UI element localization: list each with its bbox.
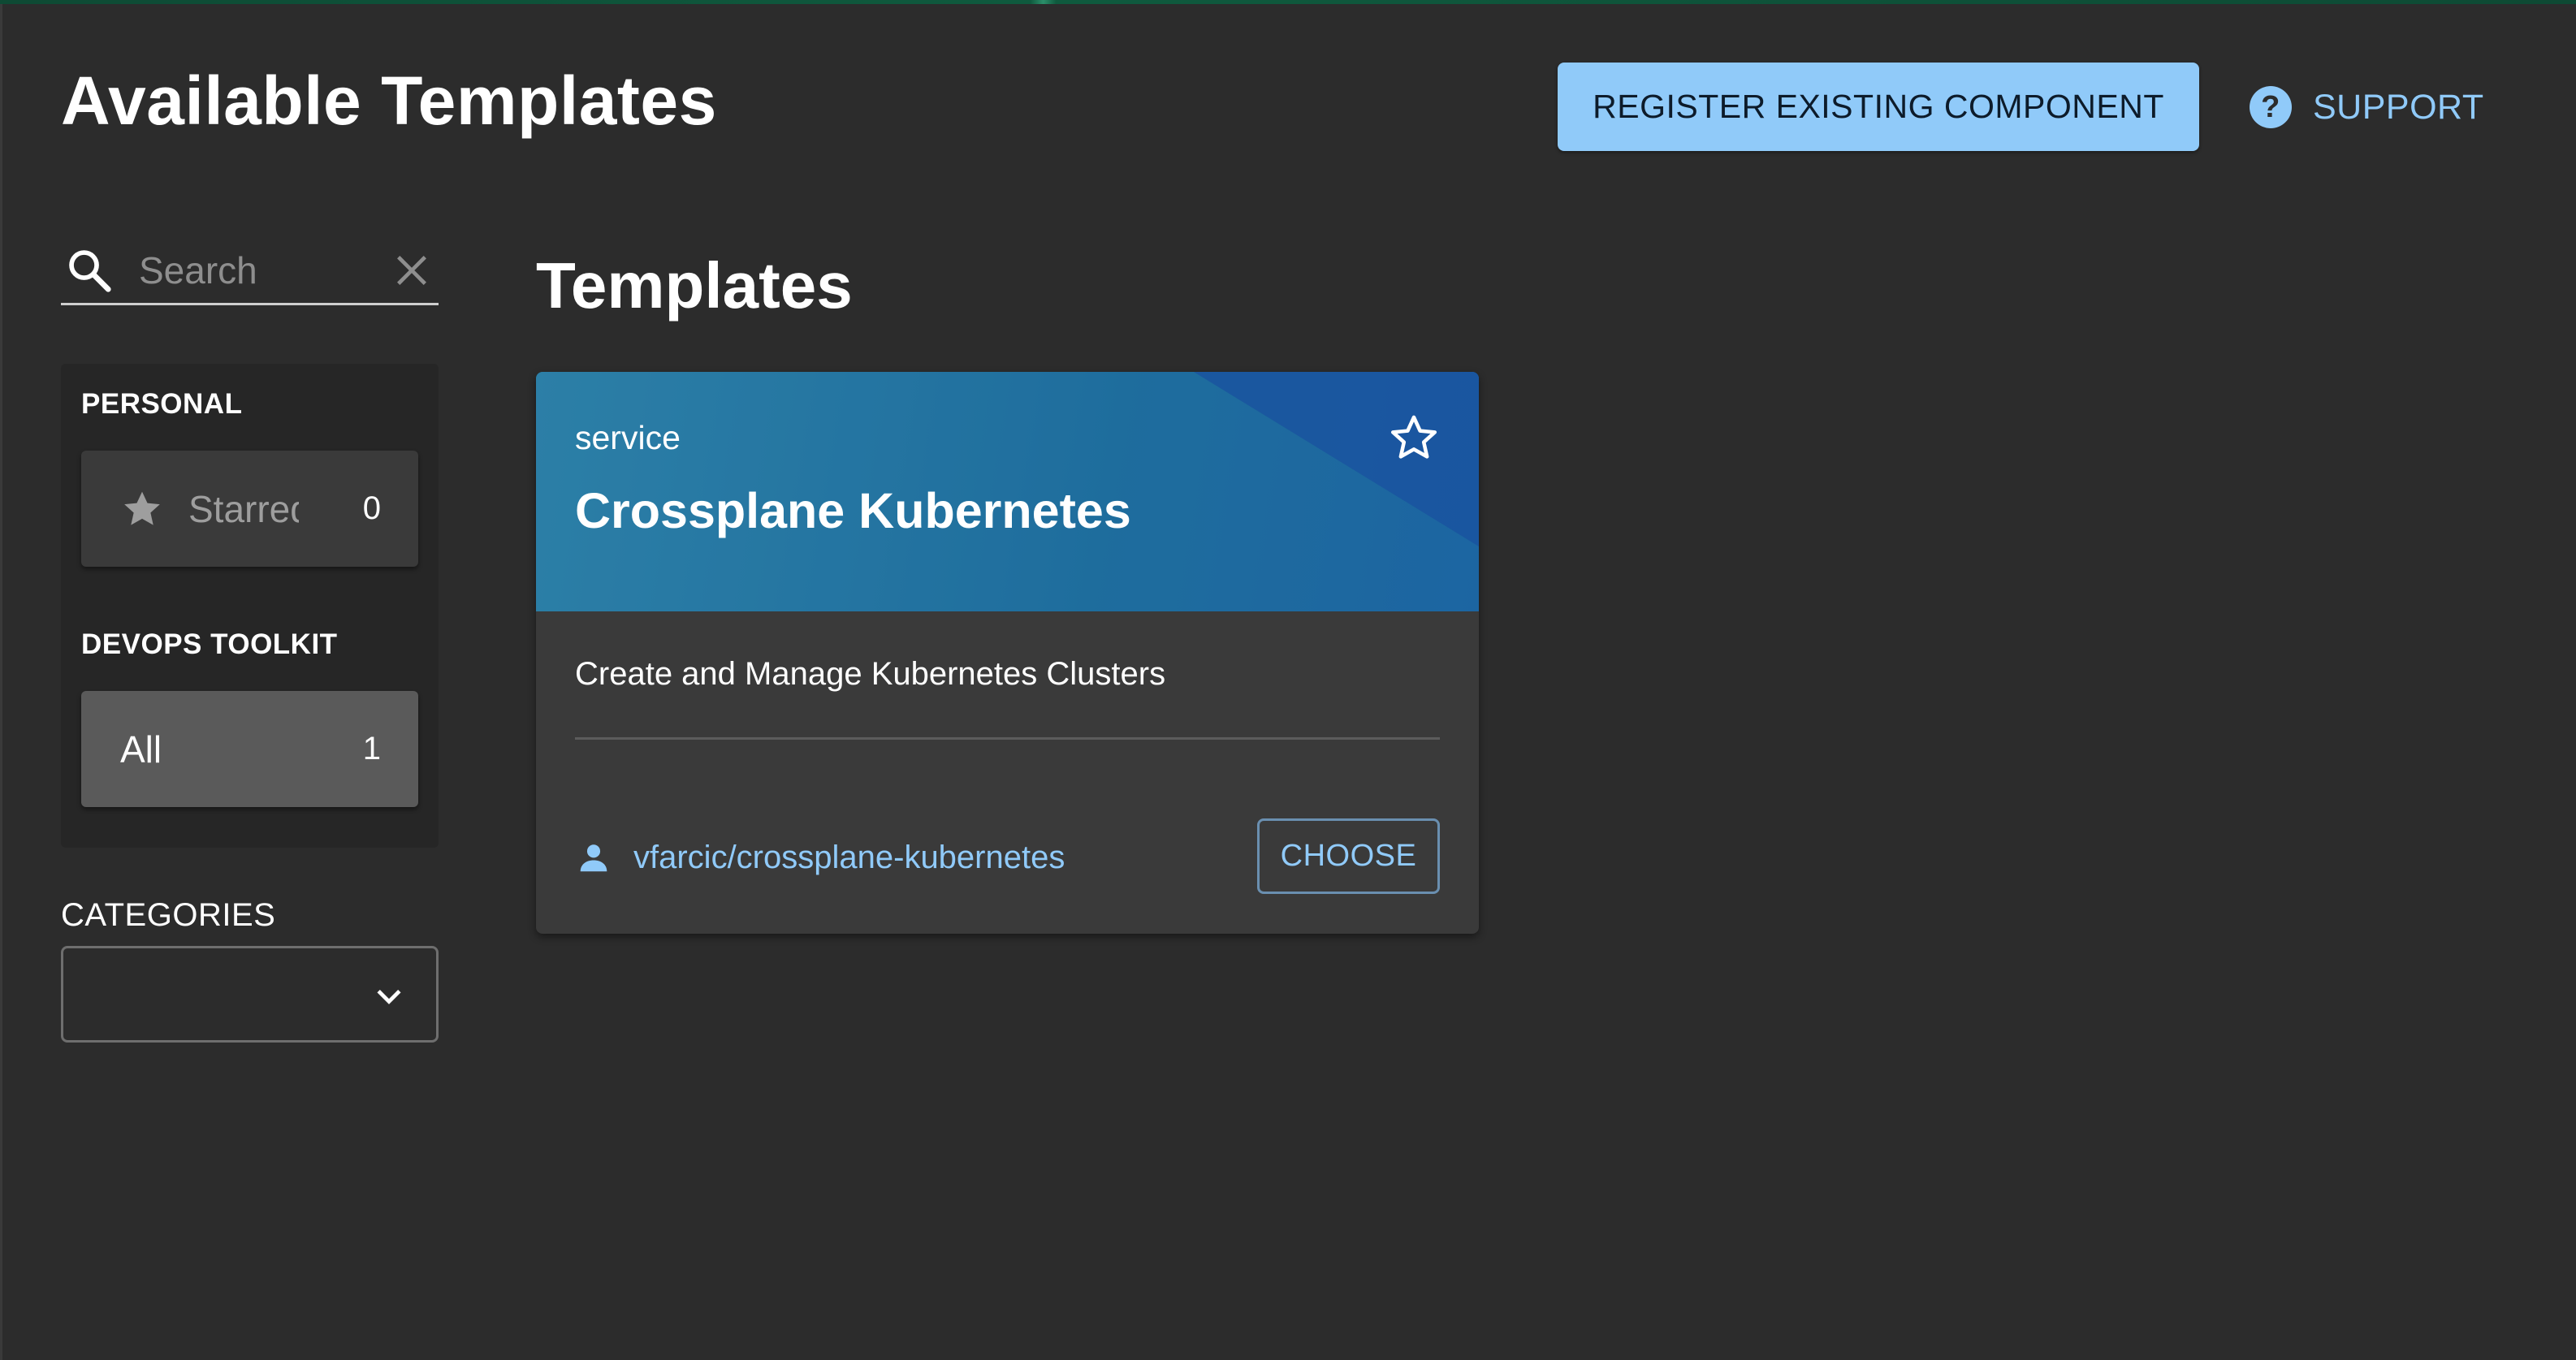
owner-link[interactable]: vfarcic/crossplane-kubernetes bbox=[575, 833, 1065, 882]
filter-item-count: 1 bbox=[362, 731, 381, 766]
categories-select[interactable] bbox=[61, 946, 439, 1043]
group-title-devops-toolkit: DEVOPS TOOLKIT bbox=[81, 628, 338, 660]
filter-item-label: All bbox=[120, 727, 162, 771]
filter-item-starred[interactable]: Starred 0 bbox=[81, 451, 418, 567]
template-card: service Crossplane Kubernetes Create and… bbox=[536, 372, 1479, 934]
register-existing-component-button[interactable]: REGISTER EXISTING COMPONENT bbox=[1558, 63, 2199, 151]
card-description: Create and Manage Kubernetes Clusters bbox=[575, 656, 1166, 692]
user-icon bbox=[580, 844, 607, 872]
card-title: Crossplane Kubernetes bbox=[575, 483, 1131, 538]
card-type: service bbox=[575, 419, 681, 456]
filter-panel: PERSONAL Starred 0 DEVOPS TOOLKIT All 1 bbox=[61, 364, 439, 848]
chevron-down-icon bbox=[377, 989, 401, 1004]
group-title-personal: PERSONAL bbox=[81, 388, 243, 420]
support-button[interactable]: ? SUPPORT bbox=[2250, 81, 2484, 133]
left-border bbox=[0, 4, 2, 1360]
clear-search-icon[interactable] bbox=[389, 248, 434, 293]
card-header: service Crossplane Kubernetes bbox=[536, 372, 1479, 611]
star-outline-icon[interactable] bbox=[1386, 411, 1441, 466]
owner-label: vfarcic/crossplane-kubernetes bbox=[633, 839, 1065, 875]
section-title: Templates bbox=[536, 249, 853, 322]
choose-button[interactable]: CHOOSE bbox=[1257, 818, 1440, 894]
search-bar bbox=[61, 237, 439, 305]
help-circle-icon: ? bbox=[2250, 86, 2292, 128]
filter-item-all[interactable]: All 1 bbox=[81, 691, 418, 807]
support-label: SUPPORT bbox=[2313, 87, 2484, 127]
page-title: Available Templates bbox=[61, 63, 717, 139]
star-icon bbox=[124, 491, 160, 525]
categories-label: CATEGORIES bbox=[61, 897, 276, 933]
top-accent-line bbox=[0, 0, 2576, 4]
search-icon bbox=[69, 249, 111, 292]
filter-item-count: 0 bbox=[362, 490, 381, 526]
card-divider bbox=[575, 737, 1440, 740]
search-input[interactable] bbox=[139, 248, 383, 292]
filter-item-label: Starred bbox=[188, 487, 299, 530]
